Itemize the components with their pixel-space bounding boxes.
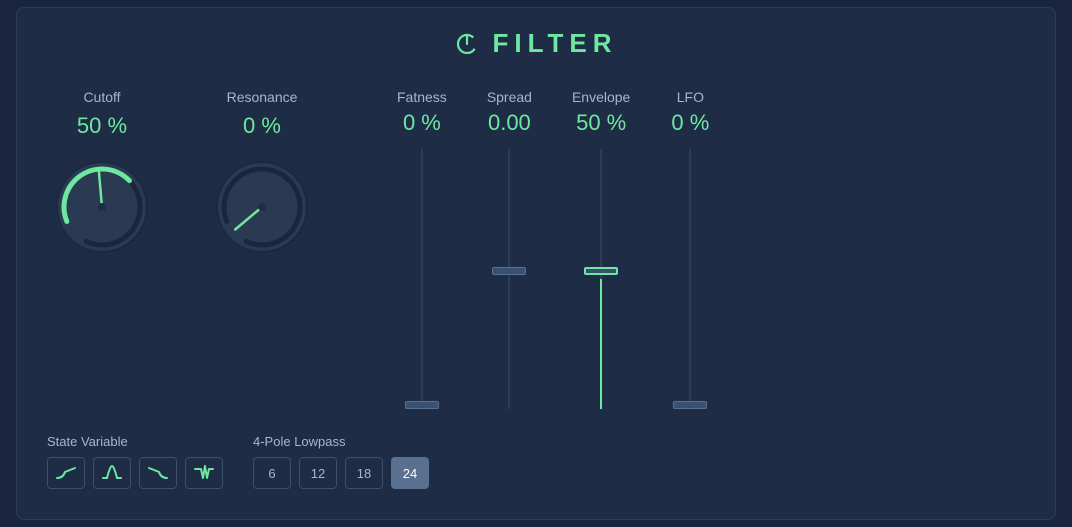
power-icon[interactable] bbox=[454, 31, 480, 57]
spread-thumb[interactable] bbox=[492, 267, 526, 275]
filter-type-section: State Variable bbox=[47, 434, 223, 489]
sliders-section: Fatness 0 % Spread 0.00 Envelope 50 bbox=[397, 89, 1025, 409]
cutoff-knob[interactable] bbox=[47, 152, 157, 262]
main-content: Cutoff 50 % bbox=[47, 89, 1025, 409]
pole-6-button[interactable]: 6 bbox=[253, 457, 291, 489]
bottom-section: State Variable bbox=[47, 434, 1025, 489]
envelope-thumb[interactable] bbox=[584, 267, 618, 275]
lfo-label: LFO bbox=[677, 89, 704, 105]
header: FILTER bbox=[47, 28, 1025, 59]
highpass-shape-button[interactable] bbox=[139, 457, 177, 489]
cutoff-label: Cutoff bbox=[83, 89, 120, 105]
header-title: FILTER bbox=[47, 28, 1025, 59]
envelope-slider-group: Envelope 50 % bbox=[572, 89, 630, 409]
fatness-track bbox=[421, 149, 423, 409]
fatness-slider[interactable] bbox=[402, 149, 442, 409]
fatness-slider-group: Fatness 0 % bbox=[397, 89, 447, 409]
spread-value: 0.00 bbox=[488, 110, 531, 136]
lfo-thumb[interactable] bbox=[673, 401, 707, 409]
shape-buttons bbox=[47, 457, 223, 489]
pole-buttons: 6 12 18 24 bbox=[253, 457, 429, 489]
spread-slider[interactable] bbox=[489, 149, 529, 409]
envelope-label: Envelope bbox=[572, 89, 630, 105]
pole-18-button[interactable]: 18 bbox=[345, 457, 383, 489]
pole-12-button[interactable]: 12 bbox=[299, 457, 337, 489]
cutoff-knob-group: Cutoff 50 % bbox=[47, 89, 157, 262]
filter-type-label: State Variable bbox=[47, 434, 223, 449]
envelope-track-active bbox=[600, 279, 602, 409]
bandpass-shape-button[interactable] bbox=[93, 457, 131, 489]
lfo-track bbox=[689, 149, 691, 409]
resonance-knob-group: Resonance 0 % bbox=[207, 89, 317, 262]
cutoff-value: 50 % bbox=[77, 113, 127, 139]
notch-shape-button[interactable] bbox=[185, 457, 223, 489]
resonance-value: 0 % bbox=[243, 113, 281, 139]
lfo-value: 0 % bbox=[671, 110, 709, 136]
pole-section: 4-Pole Lowpass 6 12 18 24 bbox=[253, 434, 429, 489]
spread-label: Spread bbox=[487, 89, 532, 105]
resonance-knob[interactable] bbox=[207, 152, 317, 262]
spread-track bbox=[508, 149, 510, 409]
pole-24-button[interactable]: 24 bbox=[391, 457, 429, 489]
lowpass-shape-button[interactable] bbox=[47, 457, 85, 489]
fatness-thumb[interactable] bbox=[405, 401, 439, 409]
lfo-slider-group: LFO 0 % bbox=[670, 89, 710, 409]
knobs-section: Cutoff 50 % bbox=[47, 89, 317, 262]
pole-filter-label: 4-Pole Lowpass bbox=[253, 434, 429, 449]
envelope-value: 50 % bbox=[576, 110, 626, 136]
spread-slider-group: Spread 0.00 bbox=[487, 89, 532, 409]
fatness-label: Fatness bbox=[397, 89, 447, 105]
lfo-slider[interactable] bbox=[670, 149, 710, 409]
fatness-value: 0 % bbox=[403, 110, 441, 136]
resonance-label: Resonance bbox=[227, 89, 298, 105]
envelope-slider[interactable] bbox=[581, 149, 621, 409]
plugin-container: FILTER Cutoff 50 % bbox=[16, 7, 1056, 520]
page-title: FILTER bbox=[492, 28, 617, 59]
